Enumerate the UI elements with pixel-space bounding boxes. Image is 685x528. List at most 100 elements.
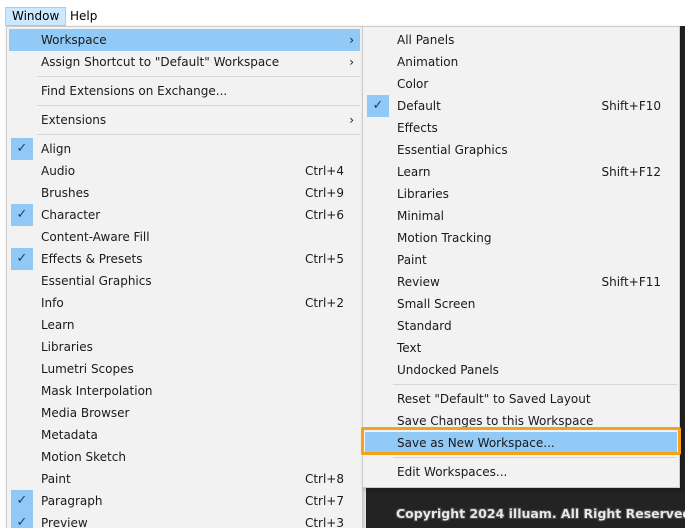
menu-item-assign-shortcut[interactable]: Assign Shortcut to "Default" Workspace › [9, 51, 360, 73]
menu-item-label: Content-Aware Fill [41, 230, 150, 244]
menu-item-label: Align [41, 142, 72, 156]
workspace-submenu: All Panels Animation Color ✓ Default Shi… [362, 26, 680, 488]
menu-item-label: Lumetri Scopes [41, 362, 134, 376]
menu-window[interactable]: Window [5, 7, 67, 26]
menu-item-shortcut: Ctrl+7 [304, 494, 344, 508]
menu-item-label: Text [397, 341, 422, 355]
menu-help[interactable]: Help [64, 7, 103, 26]
menu-item-label: Metadata [41, 428, 98, 442]
menu-item-label: Workspace [41, 33, 107, 47]
submenu-item-small-screen[interactable]: Small Screen [365, 293, 677, 315]
menu-item-effects-presets[interactable]: ✓ Effects & Presets Ctrl+5 [9, 248, 360, 270]
submenu-item-text[interactable]: Text [365, 337, 677, 359]
menu-item-audio[interactable]: Audio Ctrl+4 [9, 160, 360, 182]
menu-item-libraries[interactable]: Libraries [9, 336, 360, 358]
check-icon: ✓ [11, 490, 33, 512]
menu-separator [393, 384, 677, 385]
menu-item-content-aware-fill[interactable]: Content-Aware Fill [9, 226, 360, 248]
menu-item-label: Effects & Presets [41, 252, 143, 266]
menu-item-label: Edit Workspaces... [397, 465, 508, 479]
menu-item-label: Essential Graphics [397, 143, 508, 157]
menu-item-workspace[interactable]: Workspace › [9, 29, 360, 51]
menu-item-shortcut: Shift+F11 [601, 275, 661, 289]
menu-item-align[interactable]: ✓ Align [9, 138, 360, 160]
menu-item-label: Learn [41, 318, 75, 332]
menu-item-label: Find Extensions on Exchange... [41, 84, 228, 98]
menu-item-label: Standard [397, 319, 452, 333]
menu-item-info[interactable]: Info Ctrl+2 [9, 292, 360, 314]
check-icon: ✓ [367, 95, 389, 117]
menu-item-brushes[interactable]: Brushes Ctrl+9 [9, 182, 360, 204]
menu-item-label: Libraries [397, 187, 449, 201]
menu-item-shortcut: Ctrl+9 [304, 186, 344, 200]
menu-item-label: Small Screen [397, 297, 476, 311]
menu-item-essential-graphics[interactable]: Essential Graphics [9, 270, 360, 292]
menu-item-label: Info [41, 296, 64, 310]
menu-item-extensions[interactable]: Extensions › [9, 109, 360, 131]
menu-item-label: Animation [397, 55, 459, 69]
menu-item-label: Motion Sketch [41, 450, 126, 464]
menu-item-label: Assign Shortcut to "Default" Workspace [41, 55, 280, 69]
menu-item-label: Effects [397, 121, 438, 135]
submenu-item-minimal[interactable]: Minimal [365, 205, 677, 227]
submenu-item-learn[interactable]: Learn Shift+F12 [365, 161, 677, 183]
menu-item-label: Libraries [41, 340, 93, 354]
menu-item-label: Audio [41, 164, 76, 178]
menu-item-label: Default [397, 99, 441, 113]
menu-item-character[interactable]: ✓ Character Ctrl+6 [9, 204, 360, 226]
submenu-item-color[interactable]: Color [365, 73, 677, 95]
menu-item-label: Paint [397, 253, 427, 267]
submenu-item-all-panels[interactable]: All Panels [365, 29, 677, 51]
menu-item-label: Media Browser [41, 406, 130, 420]
submenu-item-undocked-panels[interactable]: Undocked Panels [365, 359, 677, 381]
submenu-item-motion-tracking[interactable]: Motion Tracking [365, 227, 677, 249]
chevron-right-icon: › [349, 113, 354, 127]
menu-separator [37, 105, 360, 106]
menu-item-lumetri-scopes[interactable]: Lumetri Scopes [9, 358, 360, 380]
menu-item-label: Brushes [41, 186, 90, 200]
menu-item-preview[interactable]: ✓ Preview Ctrl+3 [9, 512, 360, 528]
window-menu: Workspace › Assign Shortcut to "Default"… [6, 26, 363, 528]
submenu-item-effects[interactable]: Effects [365, 117, 677, 139]
menu-item-label: Undocked Panels [397, 363, 499, 377]
submenu-item-essential-graphics[interactable]: Essential Graphics [365, 139, 677, 161]
menu-item-media-browser[interactable]: Media Browser [9, 402, 360, 424]
submenu-item-standard[interactable]: Standard [365, 315, 677, 337]
submenu-item-libraries[interactable]: Libraries [365, 183, 677, 205]
submenu-item-edit-workspaces[interactable]: Edit Workspaces... [365, 461, 677, 483]
callout-highlight-box [361, 427, 681, 455]
submenu-item-paint[interactable]: Paint [365, 249, 677, 271]
menu-item-label: Paint [41, 472, 71, 486]
menu-item-label: Preview [41, 516, 88, 528]
menu-item-mask-interpolation[interactable]: Mask Interpolation [9, 380, 360, 402]
menu-item-shortcut: Ctrl+3 [304, 516, 344, 528]
submenu-item-review[interactable]: Review Shift+F11 [365, 271, 677, 293]
menu-item-shortcut: Shift+F12 [601, 165, 661, 179]
copyright-watermark: Copyright 2024 illuam. All Right Reserve… [396, 506, 685, 521]
submenu-item-reset-default[interactable]: Reset "Default" to Saved Layout [365, 388, 677, 410]
check-icon: ✓ [11, 204, 33, 226]
menu-item-label: Color [397, 77, 429, 91]
submenu-item-default[interactable]: ✓ Default Shift+F10 [365, 95, 677, 117]
menu-item-motion-sketch[interactable]: Motion Sketch [9, 446, 360, 468]
menu-item-shortcut: Ctrl+6 [304, 208, 344, 222]
menu-item-find-extensions[interactable]: Find Extensions on Exchange... [9, 80, 360, 102]
menu-item-shortcut: Ctrl+5 [304, 252, 344, 266]
check-icon: ✓ [11, 248, 33, 270]
menu-item-paragraph[interactable]: ✓ Paragraph Ctrl+7 [9, 490, 360, 512]
menu-separator [37, 76, 360, 77]
chevron-right-icon: › [349, 33, 354, 47]
check-icon: ✓ [11, 512, 33, 528]
menu-item-label: Minimal [397, 209, 445, 223]
menu-item-learn[interactable]: Learn [9, 314, 360, 336]
menu-item-label: Paragraph [41, 494, 103, 508]
menu-item-label: Learn [397, 165, 431, 179]
menu-item-shortcut: Ctrl+4 [304, 164, 344, 178]
submenu-item-animation[interactable]: Animation [365, 51, 677, 73]
check-icon: ✓ [11, 138, 33, 160]
menu-item-label: Extensions [41, 113, 107, 127]
menu-item-metadata[interactable]: Metadata [9, 424, 360, 446]
menu-bar: Window Help [0, 0, 685, 29]
menu-item-paint[interactable]: Paint Ctrl+8 [9, 468, 360, 490]
menu-item-label: Character [41, 208, 101, 222]
